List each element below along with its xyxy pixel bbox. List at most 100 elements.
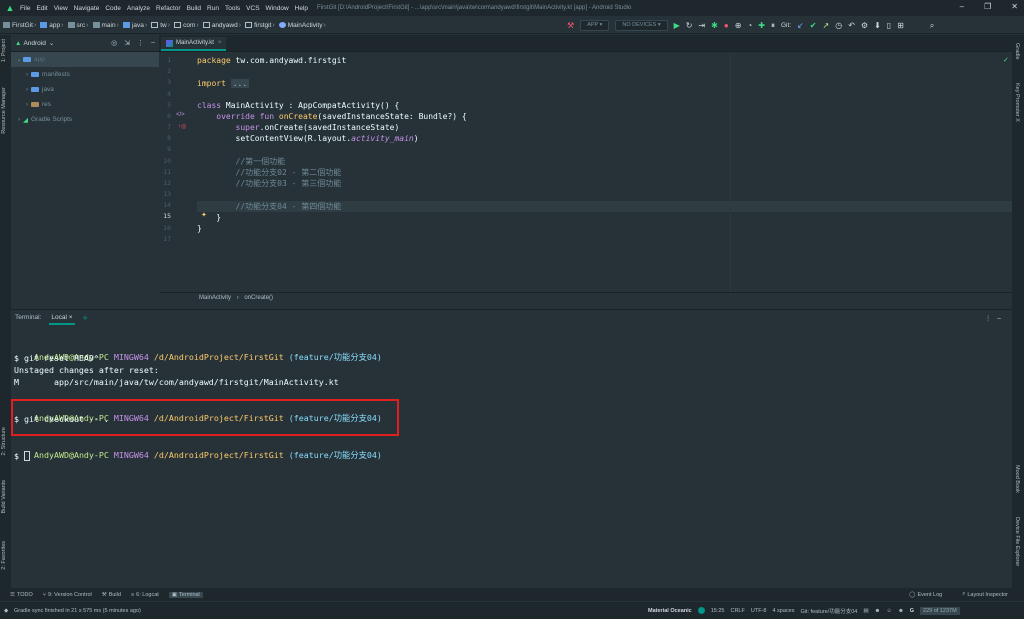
git-branch[interactable]: Git: feature/功能分支04 — [800, 607, 857, 615]
git-update-icon[interactable]: ↙ — [797, 21, 804, 31]
menu-help[interactable]: Help — [292, 5, 311, 12]
tool-version-control[interactable]: ⑂ 9: Version Control — [43, 592, 92, 598]
crumb-project[interactable]: FirstGit — [0, 22, 33, 29]
tool-todo[interactable]: ☰ TODO — [10, 592, 33, 598]
breadcrumb-class[interactable]: MainActivity — [199, 295, 231, 301]
run-config-select[interactable]: APP ▾ — [580, 20, 610, 31]
project-view-select[interactable]: Android — [23, 40, 45, 47]
hide-icon[interactable]: – — [997, 315, 1007, 322]
chevron-right-icon[interactable]: › — [23, 87, 31, 93]
stop-icon[interactable]: ● — [724, 21, 729, 31]
code-content[interactable]: package tw.com.andyawd.firstgit import .… — [197, 53, 1012, 292]
close-tab-icon[interactable]: × — [218, 40, 222, 46]
tool-terminal[interactable]: ▣ Terminal — [168, 591, 203, 598]
menu-window[interactable]: Window — [263, 5, 292, 12]
tab-build-variants[interactable]: Build Variants — [1, 480, 7, 514]
settings-icon[interactable]: ⚙ — [861, 21, 868, 31]
crumb-firstgit[interactable]: firstgit — [242, 22, 271, 29]
lock-icon[interactable]: ▤ — [863, 608, 868, 614]
tool-event-log[interactable]: ◯ Event Log — [909, 592, 942, 598]
tab-mainactivity-kt[interactable]: MainActivity.kt × — [161, 37, 227, 51]
terminal-tab-local[interactable]: Local × — [49, 311, 75, 325]
menu-run[interactable]: Run — [204, 5, 222, 12]
chevron-down-icon[interactable]: ⌄ — [15, 56, 23, 63]
menu-file[interactable]: File — [17, 5, 33, 12]
search-icon[interactable]: ⌕ — [930, 21, 934, 31]
input-line[interactable]: $ — [14, 451, 30, 462]
device-manager-icon[interactable]: ⊞ — [897, 21, 904, 31]
status-message[interactable]: Gradle sync finished in 21 s 575 ms (5 m… — [14, 608, 141, 614]
rollback-icon[interactable]: ↶ — [848, 21, 855, 31]
crumb-main[interactable]: main — [90, 22, 116, 29]
line-separator[interactable]: CRLF — [730, 608, 744, 614]
collapse-icon[interactable]: ⇲ — [124, 39, 130, 47]
tab-project[interactable]: 1: Project — [1, 39, 7, 62]
tree-item-app[interactable]: ⌄ app — [11, 52, 159, 67]
chevron-right-icon[interactable]: › — [23, 102, 31, 108]
menu-view[interactable]: View — [51, 5, 71, 12]
crumb-java[interactable]: java — [120, 22, 144, 29]
menu-edit[interactable]: Edit — [33, 5, 50, 12]
debug-icon[interactable]: ✱ — [711, 21, 718, 31]
git-commit-icon[interactable]: ✔ — [810, 21, 817, 31]
menu-analyze[interactable]: Analyze — [124, 5, 153, 12]
close-tab-icon[interactable]: × — [69, 314, 73, 321]
tab-favorites[interactable]: 2: Favorites — [1, 541, 7, 570]
breadcrumb-method[interactable]: onCreate() — [244, 295, 273, 301]
new-session-icon[interactable]: + — [83, 313, 88, 323]
notification-icon[interactable]: ☻ — [898, 608, 904, 614]
locate-icon[interactable]: ◎ — [111, 39, 117, 47]
crumb-com[interactable]: com — [171, 22, 195, 29]
tree-item-gradle-scripts[interactable]: › ◢ Gradle Scripts — [11, 112, 159, 127]
git-push-icon[interactable]: ↗ — [823, 21, 830, 31]
device-select[interactable]: NO DEVICES ▾ — [615, 20, 668, 31]
crumb-src[interactable]: src — [65, 22, 85, 29]
file-encoding[interactable]: UTF-8 — [751, 608, 767, 614]
crumb-andyawd[interactable]: andyawd — [200, 22, 238, 29]
chevron-right-icon[interactable]: › — [23, 72, 31, 78]
indent-setting[interactable]: 4 spaces — [772, 608, 794, 614]
history-icon[interactable]: ◷ — [835, 21, 842, 31]
options-icon[interactable]: ⋮ — [985, 315, 998, 322]
menu-tools[interactable]: Tools — [222, 5, 243, 12]
menu-build[interactable]: Build — [184, 5, 204, 12]
hammer-icon[interactable]: ⚒ — [567, 21, 574, 31]
tab-mood-book[interactable]: Mood Book — [1014, 465, 1020, 493]
class-gutter-icon[interactable]: </> — [176, 112, 185, 118]
tree-item-manifests[interactable]: › manifests — [11, 67, 159, 82]
options-icon[interactable]: ⋮ — [137, 39, 144, 47]
tab-device-file-explorer[interactable]: Device File Explorer — [1014, 517, 1020, 566]
chevron-down-icon[interactable]: ⌄ — [49, 39, 54, 47]
smile-icon[interactable]: ☺ — [886, 608, 892, 614]
tab-gradle[interactable]: Gradle — [1014, 43, 1020, 60]
minimize-icon[interactable]: – — [960, 2, 964, 11]
code-editor[interactable]: 1 2 3 4 5 6 7 8 9 10 11 12 13 14 15 16 1… — [159, 53, 1012, 292]
folded-imports[interactable]: ... — [230, 79, 250, 88]
tool-layout-inspector[interactable]: ⌕ Layout Inspector — [962, 591, 1008, 598]
menu-navigate[interactable]: Navigate — [71, 5, 103, 12]
android-icon[interactable]: ✚ — [758, 21, 765, 31]
attach-debugger-icon[interactable]: ⊕ — [735, 21, 742, 31]
override-gutter-icon[interactable]: ↑◎ — [178, 123, 186, 130]
crumb-mainactivity[interactable]: MainActivity — [276, 22, 322, 29]
tab-key-promoter-x[interactable]: Key Promoter X — [1014, 83, 1020, 122]
sdk-manager-icon[interactable]: ⬇ — [874, 21, 881, 31]
menu-vcs[interactable]: VCS — [243, 5, 262, 12]
google-icon[interactable]: G — [910, 608, 914, 614]
inspector-hector-icon[interactable]: ☻ — [875, 608, 881, 614]
avd-manager-icon[interactable]: ▯ — [887, 21, 891, 31]
chevron-right-icon[interactable]: › — [15, 117, 23, 123]
hide-icon[interactable]: – — [151, 39, 155, 47]
caret-position[interactable]: 15:25 — [711, 608, 725, 614]
terminal-output[interactable]: AndyAWD@Andy-PC MINGW64 /d/AndroidProjec… — [11, 326, 1012, 588]
apply-code-icon[interactable]: ⇥ — [698, 21, 705, 31]
tool-logcat[interactable]: ≡ 6: Logcat — [131, 592, 159, 598]
run-icon[interactable]: ▶ — [674, 21, 680, 31]
tab-resource-manager[interactable]: Resource Manager — [1, 87, 7, 134]
menu-refactor[interactable]: Refactor — [153, 5, 184, 12]
profile-icon[interactable]: ◔ — [747, 21, 752, 31]
close-icon[interactable]: ✕ — [1011, 2, 1018, 11]
apply-changes-icon[interactable]: ↻ — [686, 21, 693, 31]
tab-structure[interactable]: 2: Structure — [1, 427, 7, 455]
memory-indicator[interactable]: 229 of 1237M — [920, 606, 960, 615]
